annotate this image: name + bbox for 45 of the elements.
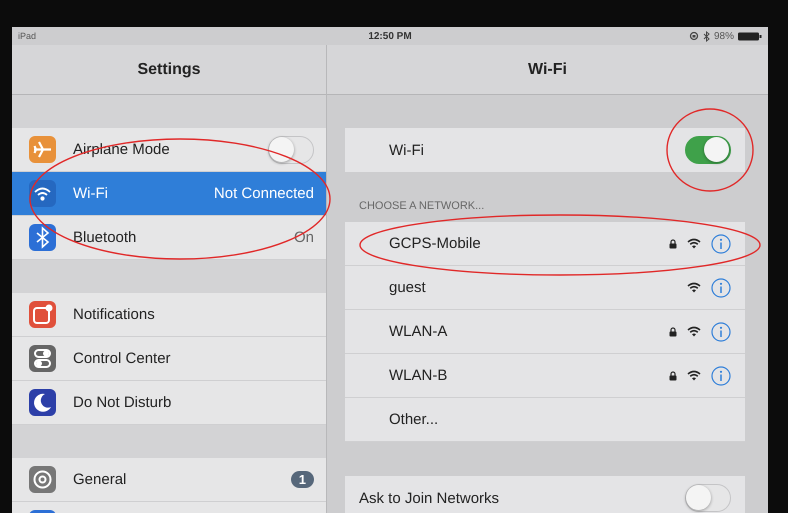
network-name: WLAN-A (389, 323, 448, 340)
toggle-switch[interactable] (685, 136, 731, 164)
ask-to-join-label: Ask to Join Networks (359, 490, 500, 506)
battery-icon (738, 32, 762, 40)
wifi-signal-icon (687, 370, 701, 381)
bluetooth-icon (702, 30, 710, 42)
network-item[interactable]: GCPS-Mobile (345, 222, 745, 266)
count-badge: 1 (290, 471, 314, 488)
battery-percent: 98% (714, 30, 734, 42)
settings-item[interactable]: Control Center (12, 337, 326, 381)
network-name: guest (389, 279, 427, 296)
toggle-switch[interactable] (685, 484, 731, 512)
settings-item[interactable]: Wi-Fi Not Connected (12, 172, 326, 216)
item-label: Notifications (73, 306, 156, 323)
item-label: Wi-Fi (73, 185, 109, 202)
toggle-switch[interactable] (268, 136, 314, 164)
network-item[interactable]: Other... (345, 398, 745, 442)
wifi-signal-icon (687, 238, 701, 249)
clock-time: 12:50 PM (368, 30, 412, 42)
info-button[interactable] (711, 234, 731, 254)
settings-item[interactable]: Notifications (12, 293, 326, 337)
network-item[interactable]: guest (345, 266, 745, 310)
network-name: GCPS-Mobile (389, 235, 482, 252)
info-button[interactable] (711, 366, 731, 386)
network-name: WLAN-B (389, 367, 448, 384)
item-label: Bluetooth (73, 229, 138, 246)
wifi-label: Wi-Fi (389, 142, 425, 158)
info-button[interactable] (711, 322, 731, 342)
nav-title: Settings (137, 60, 201, 78)
info-button[interactable] (711, 278, 731, 298)
settings-item[interactable]: Do Not Disturb (12, 381, 326, 425)
network-item[interactable]: WLAN-B (345, 354, 745, 398)
network-name: Other... (389, 411, 440, 428)
device-name: iPad (18, 31, 36, 41)
section-header: CHOOSE A NETWORK... (358, 199, 486, 214)
nav-title: Wi-Fi (528, 60, 567, 78)
item-label: General (73, 471, 128, 488)
settings-item[interactable]: Bluetooth On (12, 216, 326, 260)
item-label: Do Not Disturb (73, 394, 172, 411)
wifi-signal-icon (687, 282, 701, 293)
item-value: On (294, 229, 314, 246)
network-item[interactable]: WLAN-A (345, 310, 745, 354)
wifi-signal-icon (687, 326, 701, 337)
item-label: Control Center (73, 350, 172, 367)
item-value: Not Connected (214, 185, 314, 202)
